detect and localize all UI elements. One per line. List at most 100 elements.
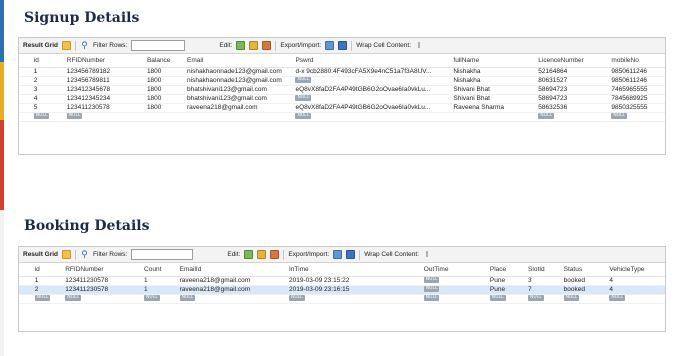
cell-rfid[interactable]: 123411230578	[63, 103, 144, 113]
cell-id[interactable]: 1	[31, 276, 63, 286]
cell-id[interactable]: 3	[30, 85, 64, 95]
cell-fullname[interactable]: Shivani Bhat	[450, 85, 536, 95]
cell-id[interactable]: 1	[30, 67, 64, 77]
cell-rfid[interactable]: NULL	[63, 112, 144, 122]
filter-icon[interactable]: ⚲	[80, 41, 89, 50]
grid-icon[interactable]	[62, 250, 72, 259]
grid-icon[interactable]	[62, 41, 72, 50]
cell-mobile[interactable]: 7845689925	[608, 94, 665, 104]
column-header-fullname[interactable]: fullName	[450, 54, 536, 68]
cell-vehicletype[interactable]: 4	[606, 285, 665, 295]
cell-slotid[interactable]: 3	[525, 276, 561, 286]
result-grid-label[interactable]: Result Grid	[23, 251, 58, 258]
filter-icon[interactable]: ⚲	[80, 250, 89, 259]
column-header-balance[interactable]: Balance	[143, 54, 185, 68]
cell-fullname[interactable]: Shivani Bhat	[450, 94, 536, 104]
cell-mobile[interactable]: 7465965555	[608, 85, 665, 95]
table-row-selected[interactable]: 2 123411230578 1 raveena218@gmail.com 20…	[19, 285, 665, 295]
cell-balance[interactable]: 1800	[143, 94, 185, 104]
cell-status[interactable]: booked	[560, 285, 607, 295]
column-header-rfid[interactable]: RFIDNumber	[62, 263, 142, 277]
new-row-placeholder[interactable]: NULL NULL NULL NULL NULL NULL NULL NULL …	[19, 294, 665, 304]
table-row[interactable]: 1 123456789182 1800 nishakhaonnade123@gm…	[19, 67, 665, 77]
cell-vehicletype[interactable]: NULL	[606, 294, 665, 304]
cell-outtime[interactable]: NULL	[420, 294, 487, 304]
cell-balance[interactable]	[143, 112, 185, 122]
cell-outtime[interactable]: NULL	[420, 276, 487, 286]
cell-licence[interactable]: 80631527	[535, 76, 609, 86]
filter-rows-input[interactable]	[131, 40, 186, 51]
cell-rfid[interactable]: 123411230578	[62, 285, 142, 295]
cell-rfid[interactable]: 123412345678	[63, 85, 144, 95]
cell-status[interactable]: booked	[560, 276, 607, 286]
edit-row-icon[interactable]	[244, 250, 254, 259]
cell-fullname[interactable]: Nishakha	[450, 67, 536, 77]
cell-id[interactable]: NULL	[31, 294, 63, 304]
delete-row-icon[interactable]	[270, 250, 280, 259]
column-header-emailid[interactable]: EmailId	[176, 263, 286, 277]
cell-fullname[interactable]	[450, 112, 536, 122]
cell-password[interactable]: NULL	[292, 94, 451, 104]
cell-email[interactable]: bhatshivani123@gmail.com	[184, 85, 293, 95]
cell-balance[interactable]: 1800	[143, 103, 185, 113]
column-header-mobile[interactable]: mobileNo	[608, 54, 665, 68]
cell-id[interactable]: NULL	[30, 112, 64, 122]
column-header-password[interactable]: Pswrd	[292, 54, 451, 68]
column-header-count[interactable]: Count	[141, 263, 177, 277]
table-row[interactable]: 3 123412345678 1800 bhatshivani123@gmail…	[19, 85, 665, 95]
cell-password[interactable]: eQ8vX8faD2FA4P49tGB6G2oOvae6Ia0vkLu...	[292, 85, 451, 95]
cell-count[interactable]: 1	[141, 276, 177, 286]
cell-rfid[interactable]: 123412345234	[63, 94, 144, 104]
cell-rfid[interactable]: NULL	[62, 294, 142, 304]
cell-password[interactable]: NULL	[292, 112, 451, 122]
cell-mobile[interactable]: 9850611246	[608, 67, 665, 77]
cell-slotid[interactable]: NULL	[525, 294, 561, 304]
cell-balance[interactable]: 1800	[143, 76, 185, 86]
cell-id[interactable]: 4	[30, 94, 64, 104]
cell-rfid[interactable]: 123456789811	[63, 76, 144, 86]
new-row-placeholder[interactable]: NULL NULL NULL NULL NULL	[19, 112, 665, 122]
column-header-status[interactable]: Status	[560, 263, 607, 277]
cell-count[interactable]: 1	[141, 285, 177, 295]
cell-place[interactable]: NULL	[486, 294, 526, 304]
cell-mobile[interactable]: NULL	[608, 112, 665, 122]
cell-slotid[interactable]: 7	[525, 285, 561, 295]
cell-place[interactable]: Pune	[486, 276, 526, 286]
cell-vehicletype[interactable]: 4	[606, 276, 665, 286]
cell-intime[interactable]: 2019-03-09 23:15:22	[286, 276, 421, 286]
cell-email[interactable]: raveena218@gmail.com	[184, 103, 293, 113]
cell-email[interactable]: nishakhaonnade123@gmail.com	[184, 67, 293, 77]
cell-outtime[interactable]: NULL	[420, 285, 487, 295]
cell-fullname[interactable]: Nishakha	[450, 76, 536, 86]
wrap-cell-icon[interactable]: I	[415, 41, 423, 50]
cell-count[interactable]: NULL	[141, 294, 177, 304]
column-header-email[interactable]: Email	[184, 54, 293, 68]
column-header-intime[interactable]: InTime	[286, 263, 421, 277]
cell-intime[interactable]: 2019-03-09 23:16:15	[286, 285, 421, 295]
table-row[interactable]: 2 123456789811 1800 nishakhaonnade123@gm…	[19, 76, 665, 86]
cell-email[interactable]: nishakhaonnade123@gmail.com	[184, 76, 293, 86]
cell-email[interactable]: bhatshivani123@gmail.com	[184, 94, 293, 104]
cell-licence[interactable]: 58632536	[535, 103, 609, 113]
column-header-outtime[interactable]: OutTime	[420, 263, 487, 277]
cell-password[interactable]: NULL	[292, 76, 451, 86]
column-header-vehicletype[interactable]: VehicleType	[606, 263, 665, 277]
column-header-place[interactable]: Place	[486, 263, 526, 277]
cell-balance[interactable]: 1800	[143, 85, 185, 95]
cell-emailid[interactable]: raveena218@gmail.com	[176, 276, 286, 286]
cell-emailid[interactable]: raveena218@gmail.com	[176, 285, 286, 295]
wrap-cell-icon[interactable]: I	[423, 250, 431, 259]
cell-intime[interactable]: NULL	[286, 294, 421, 304]
table-row[interactable]: 5 123411230578 1800 raveena218@gmail.com…	[19, 103, 665, 113]
cell-id[interactable]: 2	[30, 76, 64, 86]
cell-mobile[interactable]: 9850611246	[608, 76, 665, 86]
cell-balance[interactable]: 1800	[143, 67, 185, 77]
import-icon[interactable]	[346, 250, 356, 259]
cell-rfid[interactable]: 123411230578	[62, 276, 142, 286]
cell-status[interactable]: NULL	[560, 294, 607, 304]
cell-fullname[interactable]: Raveena Sharma	[450, 103, 536, 113]
column-header-id[interactable]: id	[30, 54, 64, 68]
cell-licence[interactable]: 58694723	[535, 85, 609, 95]
cell-place[interactable]: Pune	[486, 285, 526, 295]
cell-emailid[interactable]: NULL	[176, 294, 286, 304]
